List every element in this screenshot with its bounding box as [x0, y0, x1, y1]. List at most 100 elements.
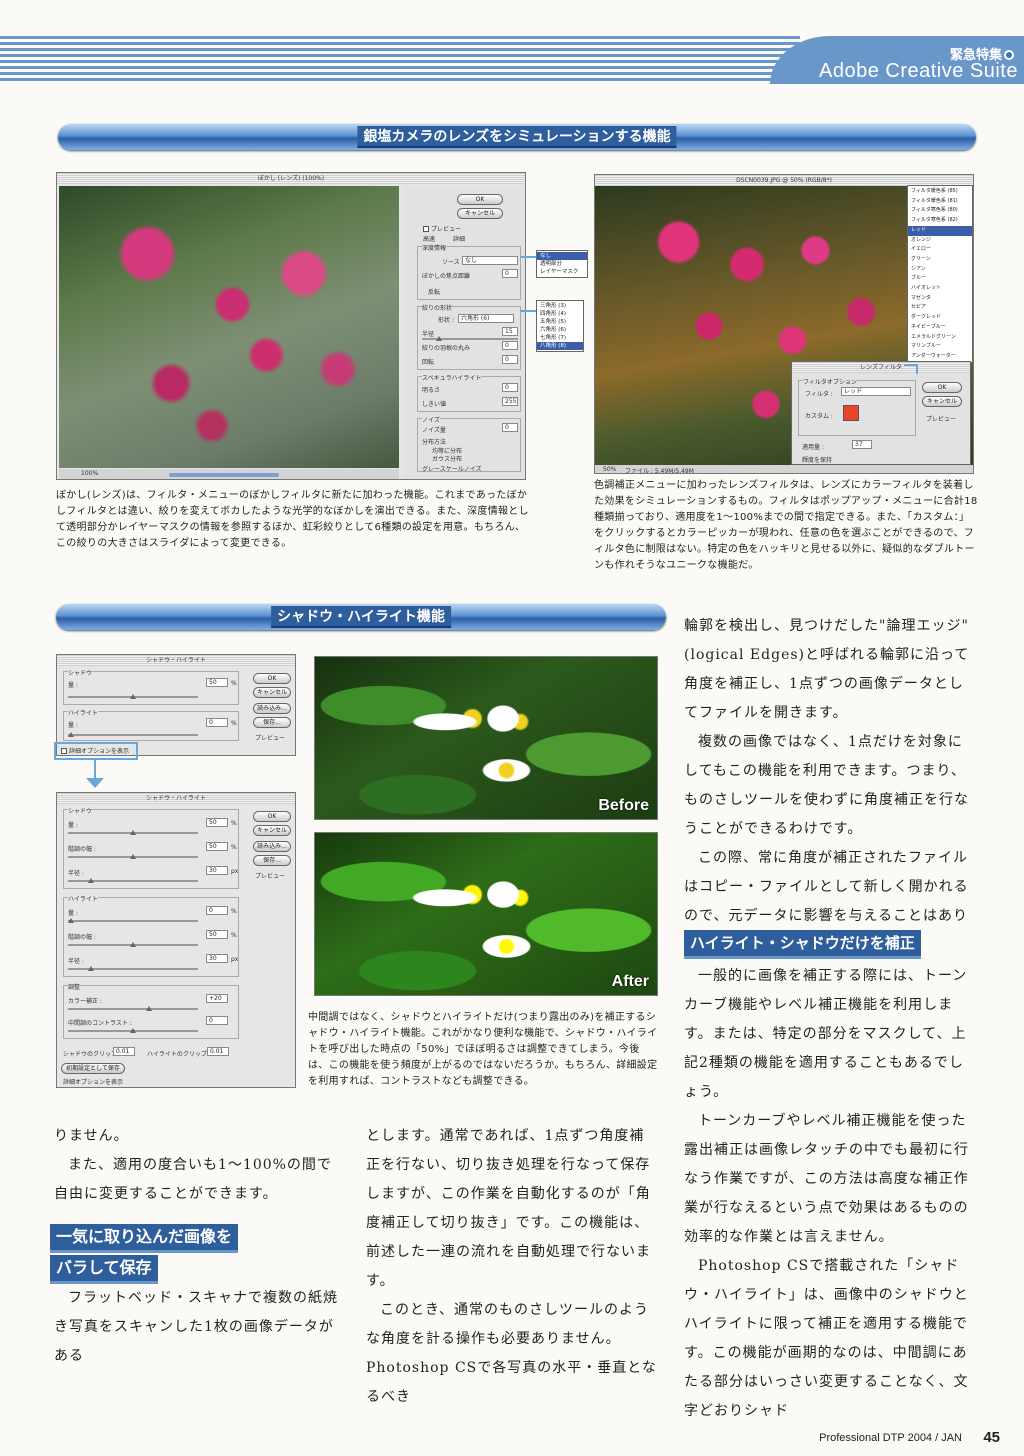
source-menu-item[interactable]: なし — [537, 252, 587, 260]
filter-menu-item[interactable]: フィルタ暖色系 (81) — [911, 197, 969, 207]
shadow-radius-slider[interactable] — [68, 878, 198, 883]
source-menu-item[interactable]: レイヤーマスク — [540, 268, 584, 276]
cancel-button[interactable]: キャンセル — [253, 825, 291, 836]
color-correction-field[interactable]: +20 — [206, 994, 228, 1003]
highlight-amount-field[interactable]: 0 — [206, 906, 228, 915]
highlight-clip-field[interactable]: 0.01 — [207, 1047, 229, 1056]
brightness-field[interactable]: 0 — [502, 383, 518, 392]
lens-blur-fast-radio[interactable]: 高速 — [423, 234, 435, 243]
shape-menu-item[interactable]: 五角形 (5) — [540, 318, 580, 326]
shadow-amount-field[interactable]: 50 — [206, 818, 228, 827]
shadow-width-field[interactable]: 50 — [206, 842, 228, 851]
preserve-luminosity-checkbox[interactable]: 輝度を保持 — [802, 455, 832, 464]
shadow-width-slider[interactable] — [68, 854, 198, 859]
monochromatic-checkbox[interactable]: グレースケールノイズ — [422, 464, 482, 473]
custom-radio[interactable]: カスタム : — [805, 411, 833, 420]
photo-filter-preview-checkbox[interactable]: プレビュー — [926, 414, 956, 423]
save-button[interactable]: 保存... — [253, 717, 291, 728]
gaussian-radio[interactable]: ガウス分布 — [432, 454, 462, 463]
filter-menu-item[interactable]: セピア — [911, 303, 969, 313]
lens-blur-cancel-button[interactable]: キャンセル — [457, 208, 503, 219]
filter-radio[interactable]: フィルタ : — [805, 389, 833, 398]
shape-menu-item[interactable]: 七角形 (7) — [540, 334, 580, 342]
filter-menu-item[interactable]: フィルタ寒色系 (80) — [911, 206, 969, 216]
highlight-radius-slider[interactable] — [68, 966, 198, 971]
shape-select[interactable]: 六角形 (6) — [458, 314, 514, 323]
shadow-radius-field[interactable]: 30 — [206, 866, 228, 875]
shape-menu-item[interactable]: 四角形 (4) — [540, 310, 580, 318]
highlight-width-slider[interactable] — [68, 942, 198, 947]
shadow-amount-slider[interactable] — [68, 830, 198, 835]
radius-field[interactable]: 15 — [502, 327, 518, 336]
slider-knob[interactable] — [130, 1028, 136, 1033]
custom-color-swatch[interactable] — [843, 405, 859, 421]
filter-menu-item[interactable]: グリーン — [911, 255, 969, 265]
filter-menu-item[interactable]: イエロー — [911, 245, 969, 255]
slider-knob[interactable] — [88, 966, 94, 971]
filter-menu-item[interactable]: ダークレッド — [911, 313, 969, 323]
filter-menu-item[interactable]: フィルタ寒色系 (82) — [911, 216, 969, 226]
highlight-radius-field[interactable]: 30 — [206, 954, 228, 963]
radius-slider[interactable] — [422, 336, 518, 341]
lens-blur-ok-button[interactable]: OK — [457, 194, 503, 205]
noise-amount-field[interactable]: 0 — [502, 423, 518, 432]
load-button[interactable]: 読み込み... — [253, 841, 291, 852]
shape-menu-item[interactable]: 六角形 (6) — [540, 326, 580, 334]
slider-knob[interactable] — [68, 732, 74, 737]
highlight-amount-slider[interactable] — [68, 918, 198, 923]
slider-knob[interactable] — [130, 830, 136, 835]
slider-knob[interactable] — [130, 694, 136, 699]
photo-filter-cancel-button[interactable]: キャンセル — [922, 396, 962, 407]
rotation-field[interactable]: 0 — [502, 355, 518, 364]
slider-knob[interactable] — [68, 918, 74, 923]
shadow-amount-field[interactable]: 50 — [206, 678, 228, 687]
curvature-field[interactable]: 0 — [502, 341, 518, 350]
filter-menu-item[interactable]: フィルタ暖色系 (85) — [911, 187, 969, 197]
source-menu-popup[interactable]: なし 透明部分 レイヤーマスク — [536, 250, 588, 278]
filter-menu-item[interactable]: ブルー — [911, 274, 969, 284]
save-button[interactable]: 保存... — [253, 855, 291, 866]
photo-filter-ok-button[interactable]: OK — [922, 382, 962, 393]
source-menu-item[interactable]: 透明部分 — [540, 260, 584, 268]
show-more-options-checkbox[interactable]: 詳細オプションを表示 — [63, 1077, 123, 1086]
focal-distance-field[interactable]: 0 — [502, 269, 518, 278]
invert-checkbox[interactable]: 反転 — [428, 287, 440, 296]
shape-menu-item[interactable]: 三角形 (3) — [540, 302, 580, 310]
shape-menu-item[interactable]: 八角形 (8) — [537, 342, 583, 350]
preview-checkbox[interactable]: プレビュー — [255, 733, 285, 742]
load-button[interactable]: 読み込み... — [253, 703, 291, 714]
color-correction-slider[interactable] — [68, 1006, 198, 1011]
slider-knob[interactable] — [130, 942, 136, 947]
filter-menu-item[interactable]: オレンジ — [911, 236, 969, 246]
source-select[interactable]: なし — [462, 256, 518, 265]
filter-menu-item[interactable]: マリンブルー — [911, 342, 969, 352]
preview-checkbox[interactable]: プレビュー — [255, 871, 285, 880]
ok-button[interactable]: OK — [253, 811, 291, 822]
threshold-field[interactable]: 255 — [502, 397, 518, 406]
shape-menu-popup[interactable]: 三角形 (3) 四角形 (4) 五角形 (5) 六角形 (6) 七角形 (7) … — [536, 300, 584, 352]
filter-menu-item[interactable]: エメラルドグリーン — [911, 333, 969, 343]
filter-menu-popup[interactable]: フィルタ暖色系 (85) フィルタ暖色系 (81) フィルタ寒色系 (80) フィルタ… — [907, 185, 973, 363]
midtone-contrast-field[interactable]: 0 — [206, 1016, 228, 1025]
lens-blur-h-scrollbar[interactable] — [169, 473, 279, 477]
filter-menu-item[interactable]: バイオレット — [911, 284, 969, 294]
ok-button[interactable]: OK — [253, 673, 291, 684]
slider-knob[interactable] — [436, 336, 442, 341]
highlight-amount-slider[interactable] — [68, 732, 198, 737]
lens-blur-preview-checkbox[interactable]: プレビュー — [423, 224, 461, 233]
density-field[interactable]: 37 — [852, 440, 872, 449]
slider-knob[interactable] — [130, 854, 136, 859]
midtone-contrast-slider[interactable] — [68, 1028, 198, 1033]
shadow-clip-field[interactable]: 0.01 — [113, 1047, 135, 1056]
filter-menu-item[interactable]: レッド — [908, 225, 972, 236]
filter-menu-item[interactable]: マゼンタ — [911, 294, 969, 304]
slider-knob[interactable] — [88, 878, 94, 883]
shadow-amount-slider[interactable] — [68, 694, 198, 699]
save-default-button[interactable]: 初期設定として保存 — [61, 1063, 125, 1074]
cancel-button[interactable]: キャンセル — [253, 687, 291, 698]
filter-menu-item[interactable]: シアン — [911, 265, 969, 275]
highlight-amount-field[interactable]: 0 — [206, 718, 228, 727]
lens-blur-accurate-radio[interactable]: 詳細 — [453, 234, 465, 243]
filter-menu-item[interactable]: ネイビーブルー — [911, 323, 969, 333]
highlight-width-field[interactable]: 50 — [206, 930, 228, 939]
